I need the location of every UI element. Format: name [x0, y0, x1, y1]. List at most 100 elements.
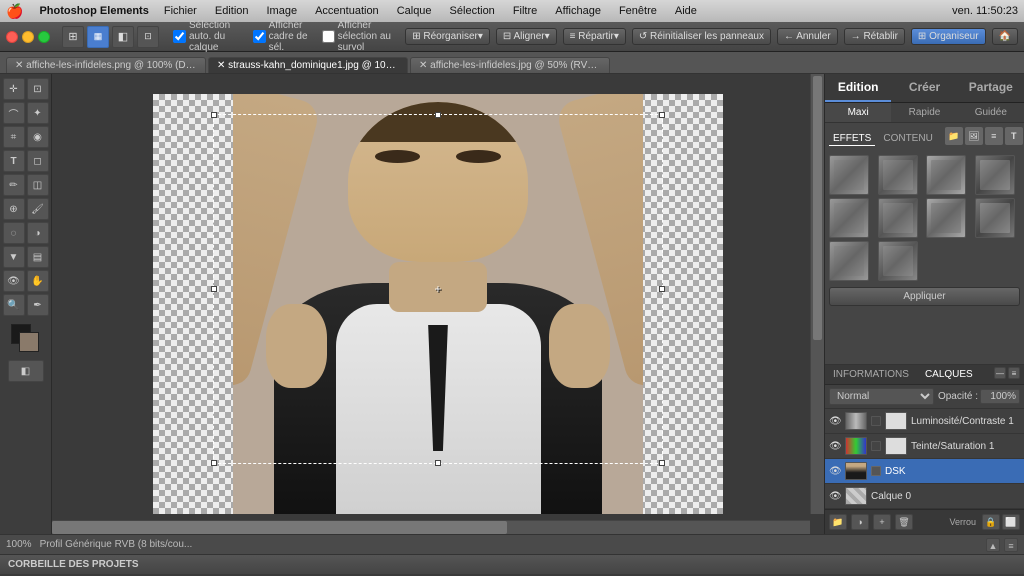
- blur-tool[interactable]: ◌: [3, 222, 25, 244]
- layer-calque0[interactable]: 👁 Calque 0: [825, 484, 1024, 509]
- calques-tab[interactable]: CALQUES: [921, 367, 977, 382]
- effect-5[interactable]: [878, 198, 918, 238]
- maximize-window-btn[interactable]: [38, 31, 50, 43]
- subtab-rapide[interactable]: Rapide: [891, 103, 957, 122]
- menu-calque[interactable]: Calque: [394, 4, 435, 18]
- layers-panel-minimize[interactable]: —: [994, 367, 1006, 379]
- retouch-tool[interactable]: ◉: [27, 126, 49, 148]
- subtab-guidee[interactable]: Guidée: [958, 103, 1024, 122]
- pencil-tool[interactable]: ✏: [3, 174, 25, 196]
- organiseur-btn[interactable]: ⊞ Organiseur: [911, 28, 986, 45]
- background-color[interactable]: [19, 332, 39, 352]
- crop-tool[interactable]: ⌗: [3, 126, 25, 148]
- aligner-btn[interactable]: ⊟ Aligner▾: [496, 28, 557, 45]
- eraser-tool[interactable]: ◫: [27, 174, 49, 196]
- stamp-tool[interactable]: ⊕: [3, 198, 25, 220]
- layer-link-1[interactable]: [871, 441, 881, 451]
- effect-2[interactable]: [926, 155, 966, 195]
- status-menu-btn[interactable]: ≡: [1004, 538, 1018, 552]
- lock-partial-btn[interactable]: ⬜: [1002, 514, 1020, 530]
- minimize-window-btn[interactable]: [22, 31, 34, 43]
- tab-partage[interactable]: Partage: [958, 74, 1024, 102]
- apple-logo[interactable]: 🍎: [6, 3, 23, 20]
- dropper-tool[interactable]: ✒: [27, 294, 49, 316]
- brush-tool[interactable]: 🖌: [27, 198, 49, 220]
- menu-selection[interactable]: Sélection: [447, 4, 498, 18]
- effect-9[interactable]: [878, 241, 918, 281]
- subtab-maxi[interactable]: Maxi: [825, 103, 891, 122]
- effect-0[interactable]: [829, 155, 869, 195]
- auto-select-checkbox[interactable]: [173, 30, 186, 43]
- status-expand-btn[interactable]: ▲: [986, 538, 1000, 552]
- horizontal-scrollbar-thumb[interactable]: [52, 521, 507, 534]
- close-window-btn[interactable]: [6, 31, 18, 43]
- toolbar-icon-2[interactable]: ▦: [87, 26, 109, 48]
- text-tool[interactable]: T: [3, 150, 25, 172]
- shape-tool[interactable]: ◻: [27, 150, 49, 172]
- quick-mask-tool[interactable]: ◧: [8, 360, 44, 382]
- vertical-scrollbar-thumb[interactable]: [813, 76, 822, 340]
- effect-6[interactable]: [926, 198, 966, 238]
- hand-tool[interactable]: ✋: [27, 270, 49, 292]
- effects-icon-layers[interactable]: ≡: [985, 127, 1003, 145]
- layer-vis-1[interactable]: 👁: [829, 441, 841, 452]
- effect-8[interactable]: [829, 241, 869, 281]
- layer-vis-3[interactable]: 👁: [829, 491, 841, 502]
- dodge-tool[interactable]: ◑: [27, 222, 49, 244]
- menu-edition[interactable]: Edition: [212, 4, 252, 18]
- layer-luminosite[interactable]: 👁 Luminosité/Contraste 1: [825, 409, 1024, 434]
- tab-0[interactable]: ✕ affiche-les-infideles.png @ 100% (DSK,…: [6, 57, 206, 73]
- move-tool[interactable]: ✛: [3, 78, 25, 100]
- bucket-tool[interactable]: ▼: [3, 246, 25, 268]
- effects-tab-effets[interactable]: EFFETS: [829, 132, 875, 146]
- show-hover-checkbox[interactable]: [322, 30, 335, 43]
- toolbar-icon-4[interactable]: ⊡: [137, 26, 159, 48]
- layer-link-2[interactable]: [871, 466, 881, 476]
- layers-panel-menu[interactable]: ≡: [1008, 367, 1020, 379]
- annuler-btn[interactable]: ← Annuler: [777, 28, 838, 45]
- show-frame-checkbox[interactable]: [253, 30, 266, 43]
- lock-all-btn[interactable]: 🔒: [982, 514, 1000, 530]
- canvas-area[interactable]: +: [52, 74, 824, 534]
- delete-layer-btn[interactable]: 🗑: [895, 514, 913, 530]
- tab-2[interactable]: ✕ affiche-les-infideles.jpg @ 50% (RVB/8…: [410, 57, 610, 73]
- effect-4[interactable]: [829, 198, 869, 238]
- vertical-scrollbar[interactable]: [810, 74, 824, 514]
- layer-teinte[interactable]: 👁 Teinte/Saturation 1: [825, 434, 1024, 459]
- horizontal-scrollbar[interactable]: [52, 520, 810, 534]
- info-tab[interactable]: INFORMATIONS: [829, 367, 913, 382]
- apply-button[interactable]: Appliquer: [829, 287, 1020, 306]
- magic-select-tool[interactable]: ✦: [27, 102, 49, 124]
- reinitialiser-btn[interactable]: ↺ Réinitialiser les panneaux: [632, 28, 771, 45]
- repartir-btn[interactable]: ≡ Répartir▾: [563, 28, 626, 45]
- tab-creer[interactable]: Créer: [891, 74, 957, 102]
- blend-mode-select[interactable]: Normal: [829, 388, 934, 405]
- zoom-tool[interactable]: 🔍: [3, 294, 25, 316]
- toolbar-icon-1[interactable]: ⊞: [62, 26, 84, 48]
- new-adjustment-btn[interactable]: ◑: [851, 514, 869, 530]
- retablir-btn[interactable]: → Rétablir: [844, 28, 905, 45]
- opacity-input[interactable]: [980, 389, 1020, 404]
- effect-7[interactable]: [975, 198, 1015, 238]
- eye-tool[interactable]: 👁: [3, 270, 25, 292]
- layer-dsk[interactable]: 👁 DSK: [825, 459, 1024, 484]
- menu-aide[interactable]: Aide: [672, 4, 700, 18]
- lasso-tool[interactable]: ⌒: [3, 102, 25, 124]
- layer-vis-2[interactable]: 👁: [829, 466, 841, 477]
- effects-tab-contenu[interactable]: CONTENU: [879, 132, 936, 146]
- new-layer-btn[interactable]: +: [873, 514, 891, 530]
- reorganiser-btn[interactable]: ⊞ Réorganiser▾: [405, 28, 490, 45]
- menu-image[interactable]: Image: [264, 4, 301, 18]
- tab-edition[interactable]: Edition: [825, 74, 891, 102]
- tab-1[interactable]: ✕ strauss-kahn_dominique1.jpg @ 100% (Ca…: [208, 57, 408, 73]
- menu-affichage[interactable]: Affichage: [552, 4, 604, 18]
- new-group-btn[interactable]: 📁: [829, 514, 847, 530]
- toolbar-icon-3[interactable]: ◧: [112, 26, 134, 48]
- effect-1[interactable]: [878, 155, 918, 195]
- effects-icon-text[interactable]: T: [1005, 127, 1023, 145]
- layer-link-0[interactable]: [871, 416, 881, 426]
- home-btn[interactable]: 🏠: [992, 28, 1018, 45]
- menu-fichier[interactable]: Fichier: [161, 4, 200, 18]
- menu-accentuation[interactable]: Accentuation: [312, 4, 382, 18]
- menu-fenetre[interactable]: Fenêtre: [616, 4, 660, 18]
